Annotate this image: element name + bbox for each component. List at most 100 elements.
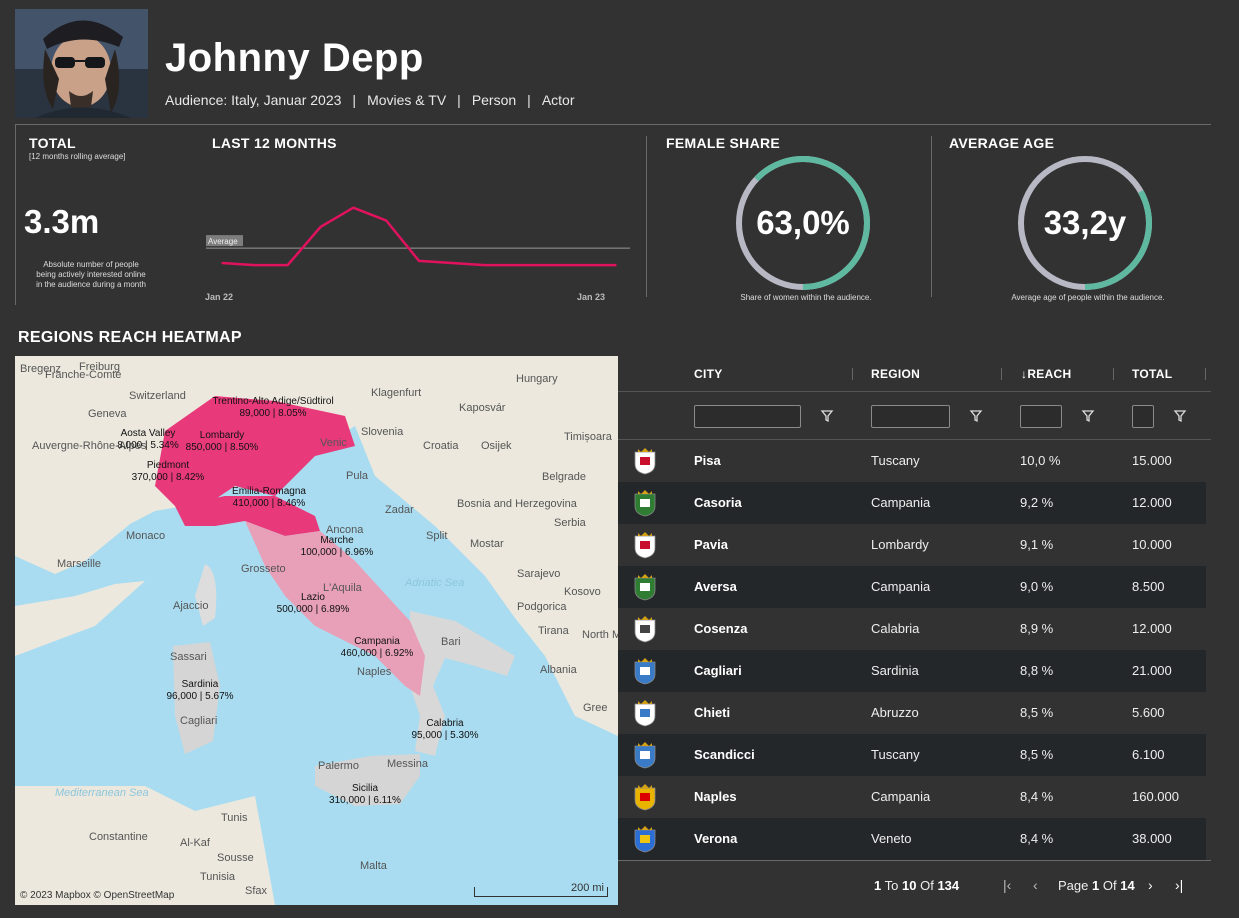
cell-region: Tuscany [871, 747, 920, 762]
card-border-left [15, 124, 16, 305]
audience-label: Audience: Italy, Januar 2023 [165, 92, 342, 108]
total-value: 3.3m [24, 203, 100, 240]
map-place-label: Bari [441, 636, 461, 648]
cagliari-crest-icon [634, 658, 656, 685]
filter-row [618, 392, 1211, 440]
card-divider [931, 136, 932, 297]
map-place-label: Palermo [318, 760, 359, 772]
scandicci-crest-icon [634, 742, 656, 769]
range-of-word: Of [920, 878, 934, 893]
page-of-word: Of [1102, 878, 1117, 893]
region-name-label: Campania [354, 636, 400, 647]
range-to-word: To [884, 878, 899, 893]
average-label: Average [208, 237, 238, 246]
trend-line-chart: Average Jan 22 Jan 23 [205, 206, 630, 302]
table-row[interactable]: Aversa Campania 9,0 % 8.500 [618, 566, 1206, 608]
map-place-label: Gree [583, 702, 607, 714]
region-name-label: Calabria [426, 718, 464, 729]
filter-icon[interactable] [969, 409, 983, 423]
total-title: TOTAL [29, 135, 76, 151]
column-header-region[interactable]: REGION [871, 367, 920, 381]
table-row[interactable]: Pavia Lombardy 9,1 % 10.000 [618, 524, 1206, 566]
tag-role: Actor [541, 92, 575, 108]
trend-point [418, 260, 420, 262]
column-header-total[interactable]: TOTAL [1132, 367, 1172, 381]
filter-icon[interactable] [820, 409, 834, 423]
average-age-title: AVERAGE AGE [949, 135, 1055, 151]
map-attribution: © 2023 Mapbox © OpenStreetMap [20, 890, 175, 901]
range-to: 10 [901, 878, 917, 893]
cell-city: Scandicci [694, 747, 755, 762]
cell-city: Aversa [694, 579, 737, 594]
x-tick-start: Jan 22 [205, 292, 233, 302]
map-place-label: Hungary [516, 373, 558, 385]
region-value-label: 95,000 | 5.30% [411, 730, 478, 741]
current-page: 1 [1092, 878, 1100, 893]
previous-page-icon[interactable]: ‹ [1033, 877, 1038, 893]
female-share-title: FEMALE SHARE [666, 135, 781, 151]
first-page-icon[interactable]: |‹ [1003, 877, 1011, 893]
last-page-icon[interactable]: ›| [1175, 877, 1183, 893]
reach-filter-input[interactable] [1020, 405, 1062, 428]
region-value-label: 100,000 | 6.96% [301, 547, 374, 558]
page-word: Page [1058, 878, 1089, 893]
table-row[interactable]: Naples Campania 8,4 % 160.000 [618, 776, 1206, 818]
total-pages: 14 [1120, 878, 1135, 893]
land-france-south [15, 581, 145, 656]
column-header-city[interactable]: CITY [694, 367, 723, 381]
table-row[interactable]: Chieti Abruzzo 8,5 % 5.600 [618, 692, 1206, 734]
cell-region: Lombardy [871, 537, 929, 552]
cell-total: 8.500 [1132, 579, 1165, 594]
trend-point [286, 264, 289, 266]
column-header-reach-label: REACH [1027, 367, 1072, 381]
map-place-label: Constantine [89, 831, 148, 843]
total-filter-input[interactable] [1132, 405, 1154, 428]
map-place-label: L'Aquila [323, 582, 363, 594]
region-name-label: Trentino-Alto Adige/Südtirol [212, 396, 333, 407]
cell-city: Naples [694, 789, 737, 804]
chieti-crest-icon [634, 700, 656, 727]
filter-icon[interactable] [1173, 409, 1187, 423]
trend-series-line [221, 206, 616, 267]
table-row[interactable]: Scandicci Tuscany 8,5 % 6.100 [618, 734, 1206, 776]
cell-region: Campania [871, 579, 931, 594]
column-header-reach[interactable]: ↓REACH [1021, 367, 1071, 381]
map-place-label: Malta [360, 860, 388, 872]
city-filter-input[interactable] [694, 405, 801, 428]
trend-point [385, 219, 387, 222]
map-place-label: Mostar [470, 538, 504, 550]
map-section-title: REGIONS REACH HEATMAP [18, 329, 242, 346]
person-name: Johnny Depp [165, 36, 424, 80]
region-filter-input[interactable] [871, 405, 950, 428]
table-row[interactable]: Pisa Tuscany 10,0 % 15.000 [618, 440, 1206, 482]
cell-reach: 8,9 % [1020, 621, 1054, 636]
trend-point [352, 206, 355, 209]
cell-city: Cosenza [694, 621, 748, 636]
cell-total: 5.600 [1132, 705, 1165, 720]
region-name-label: Sicilia [352, 783, 379, 794]
map-place-label: North Macedonia [582, 629, 618, 641]
next-page-icon[interactable]: › [1148, 877, 1153, 893]
cell-city: Chieti [694, 705, 731, 720]
cell-region: Abruzzo [871, 705, 919, 720]
table-row[interactable]: Cosenza Calabria 8,9 % 12.000 [618, 608, 1206, 650]
map-place-label: Switzerland [129, 390, 186, 402]
cell-total: 12.000 [1132, 495, 1172, 510]
region-value-label: 89,000 | 8.05% [239, 408, 306, 419]
map-place-label: Adriatic Sea [404, 577, 464, 589]
table-row[interactable]: Verona Veneto 8,4 % 38.000 [618, 818, 1206, 860]
cell-city: Cagliari [694, 663, 742, 678]
cell-reach: 8,5 % [1020, 705, 1054, 720]
map-place-label: Sassari [170, 651, 207, 663]
range-count: 134 [937, 878, 960, 893]
table-row[interactable]: Casoria Campania 9,2 % 12.000 [618, 482, 1206, 524]
table-row[interactable]: Cagliari Sardinia 8,8 % 21.000 [618, 650, 1206, 692]
column-separator [1001, 368, 1002, 380]
region-value-label: 370,000 | 8.42% [132, 472, 205, 483]
column-separator [852, 368, 853, 380]
regions-heatmap[interactable]: Bregenz Freiburg Franche-Comté Switzerland G… [15, 356, 618, 905]
map-place-label: Belgrade [542, 471, 586, 483]
map-place-label: Cagliari [180, 715, 217, 727]
tag-type: Person [471, 92, 517, 108]
filter-icon[interactable] [1081, 409, 1095, 423]
